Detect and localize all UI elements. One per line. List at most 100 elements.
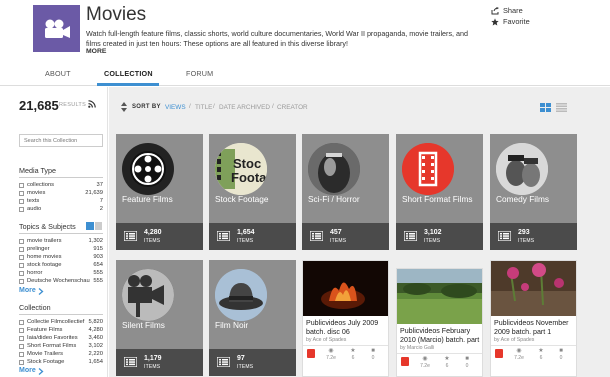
item-card[interactable]: Publicvideos February 2010 (Marcio) batc…: [396, 268, 483, 377]
checkbox[interactable]: [19, 262, 24, 268]
checkbox[interactable]: [19, 319, 24, 325]
collection-tabs: ABOUT COLLECTION FORUM: [0, 62, 610, 86]
collection-tile-scifi-horror[interactable]: Sci-Fi / Horror 457 ITEMS: [302, 134, 389, 250]
collection-name: Feature Films: [122, 194, 173, 204]
star-icon: [491, 17, 499, 26]
facet-label: audio: [27, 206, 42, 212]
list-view-icon[interactable]: [556, 103, 567, 112]
collection-tile-short-format-films[interactable]: Short Format Films 3,102 ITEMS: [396, 134, 483, 250]
tab-collection[interactable]: COLLECTION: [104, 69, 153, 78]
facet-media-audio[interactable]: audio 2: [19, 205, 103, 213]
sort-creator[interactable]: CREATOR: [277, 104, 308, 111]
page-title: Movies: [86, 4, 147, 25]
facet-count: 2,220: [88, 351, 103, 357]
item-title[interactable]: Publicvideos February 2010 (Marcio) batc…: [400, 327, 481, 345]
sort-bar: SORT BY VIEWS / TITLE / DATE ARCHIVED / …: [109, 87, 610, 127]
facet-label: Movie Trailers: [27, 351, 64, 357]
share-button[interactable]: Share: [491, 6, 523, 15]
unchecked-toggle-icon[interactable]: [94, 222, 102, 230]
checkbox[interactable]: [19, 343, 24, 349]
checkbox[interactable]: [19, 359, 24, 365]
facet-topic[interactable]: horror 555: [19, 269, 103, 277]
facet-collection[interactable]: Feature Films 4,280: [19, 326, 103, 334]
collection-more-link[interactable]: More: [19, 367, 36, 374]
checkbox[interactable]: [19, 327, 24, 333]
tab-forum[interactable]: FORUM: [186, 69, 213, 78]
views-stat: ◉ 7.2e: [323, 348, 339, 361]
collection-list-icon: [217, 231, 230, 241]
facet-collection[interactable]: Iaia/dideo Favorites 3,460: [19, 334, 103, 342]
item-stats: ◉ 7.2e ★ 6 ■ 0: [491, 345, 576, 361]
comment-icon: ■: [559, 348, 563, 354]
sort-views[interactable]: VIEWS: [165, 104, 186, 111]
facet-topic[interactable]: home movies 903: [19, 253, 103, 261]
checkbox[interactable]: [19, 278, 24, 284]
reviews-count: 0: [559, 355, 563, 361]
checked-toggle-icon[interactable]: [86, 222, 94, 230]
collection-tile-silent-films[interactable]: Silent Films 1,179 ITEMS: [116, 260, 203, 376]
grid-view-icon[interactable]: [540, 103, 551, 112]
facet-media-movies[interactable]: movies 21,639: [19, 189, 103, 197]
reviews-count: 0: [465, 363, 469, 369]
star-icon: ★: [444, 356, 450, 362]
collection-name: Film Noir: [215, 320, 249, 330]
facet-count: 21,639: [85, 190, 103, 196]
search-collection-input[interactable]: [19, 134, 103, 147]
sort-date-archived[interactable]: DATE ARCHIVED: [219, 104, 270, 111]
checkbox[interactable]: [19, 270, 24, 276]
favorites-stat: ★ 6: [345, 348, 361, 361]
checkbox[interactable]: [19, 206, 24, 212]
checkbox[interactable]: [19, 254, 24, 260]
collection-name: Comedy Films: [496, 194, 550, 204]
facet-media-collections[interactable]: collections 37: [19, 181, 103, 189]
sort-arrows-icon: [121, 102, 127, 112]
star-icon: ★: [538, 348, 544, 354]
collection-count: 4,280: [144, 229, 162, 236]
reviews-stat: ■ 0: [365, 348, 381, 361]
item-thumbnail: [303, 261, 388, 316]
facet-count: 2: [99, 206, 103, 212]
favorite-button[interactable]: Favorite: [491, 17, 530, 26]
checkbox[interactable]: [19, 238, 24, 244]
checkbox[interactable]: [19, 182, 24, 188]
collection-facet-title: Collection: [19, 303, 51, 312]
checkbox[interactable]: [19, 198, 24, 204]
facet-collection[interactable]: Short Format Films 3,102: [19, 342, 103, 350]
collection-tile-stock-footage[interactable]: Stoc Foota Stock Footage 1,654 ITEMS: [209, 134, 296, 250]
checkbox[interactable]: [19, 335, 24, 341]
facet-topic[interactable]: movie trailers 1,302: [19, 237, 103, 245]
facet-topic[interactable]: Deutsche Wochenschau 555: [19, 277, 103, 285]
topics-more-link[interactable]: More: [19, 287, 36, 294]
checkbox[interactable]: [19, 351, 24, 357]
facet-view-toggle[interactable]: [86, 222, 102, 230]
checkbox[interactable]: [19, 190, 24, 196]
item-thumbnail: [397, 269, 482, 324]
facet-collection[interactable]: Stock Footage 1,654: [19, 358, 103, 366]
item-title[interactable]: Publicvideos November 2009 batch. part 1: [494, 319, 575, 337]
facet-media-texts[interactable]: texts 7: [19, 197, 103, 205]
collection-tile-film-noir[interactable]: Film Noir 97 ITEMS: [209, 260, 296, 376]
sort-title[interactable]: TITLE: [195, 104, 212, 111]
collection-tile-comedy-films[interactable]: Comedy Films 293 ITEMS: [490, 134, 577, 250]
item-title[interactable]: Publicvideos July 2009 batch. disc 06: [306, 319, 387, 337]
divider: [19, 233, 103, 234]
facet-collection[interactable]: Collectie Filmcollectief 5,820: [19, 318, 103, 326]
facet-collection[interactable]: Movie Trailers 2,220: [19, 350, 103, 358]
collection-tile-feature-films[interactable]: Feature Films 4,280 ITEMS: [116, 134, 203, 250]
views-count: 7.2e: [514, 355, 524, 361]
item-creator: by Ace of Spades: [494, 337, 535, 343]
tab-about[interactable]: ABOUT: [45, 69, 71, 78]
description-more-link[interactable]: MORE: [86, 48, 106, 55]
collection-unit: ITEMS: [237, 364, 254, 370]
favorites-count: 6: [539, 355, 543, 361]
item-card[interactable]: Publicvideos November 2009 batch. part 1…: [490, 260, 577, 377]
facet-label: collections: [27, 182, 55, 188]
facet-topic[interactable]: prelinger 915: [19, 245, 103, 253]
facet-topic[interactable]: stock footage 654: [19, 261, 103, 269]
divider: [19, 177, 103, 178]
item-card[interactable]: Publicvideos July 2009 batch. disc 06 by…: [302, 260, 389, 377]
rss-icon[interactable]: [88, 100, 96, 108]
results-count: 21,685: [19, 98, 59, 113]
facet-count: 37: [96, 182, 103, 188]
checkbox[interactable]: [19, 246, 24, 252]
